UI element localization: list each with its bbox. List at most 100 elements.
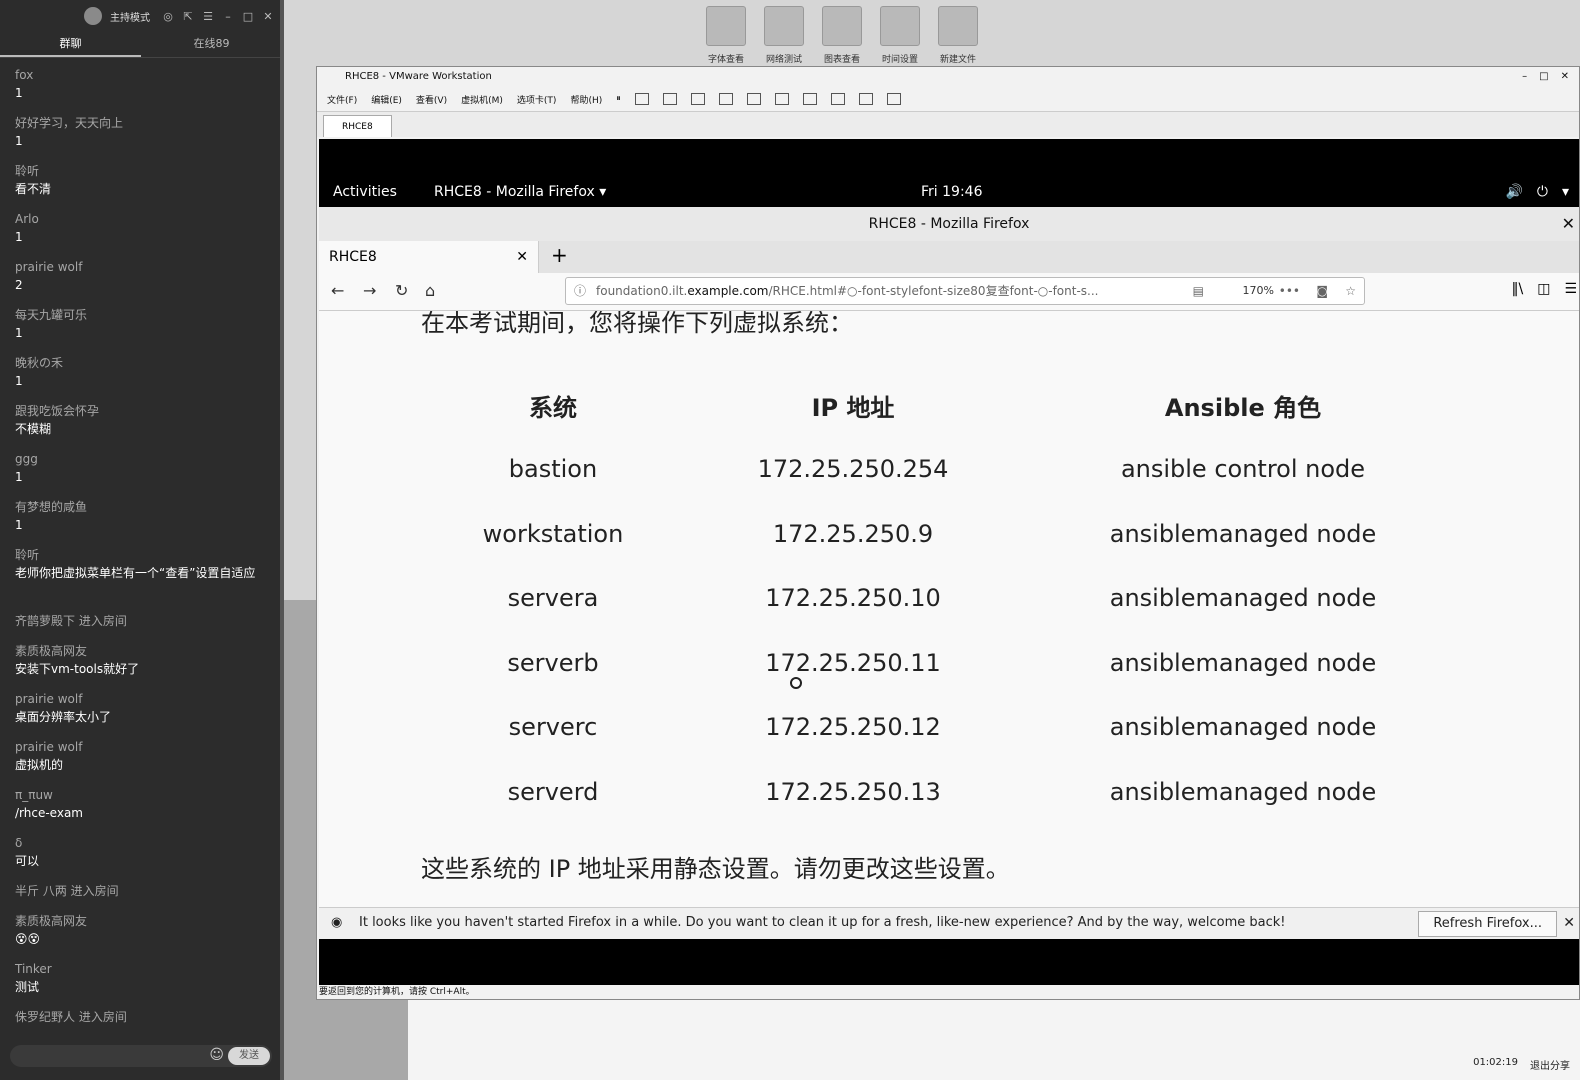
tab-online[interactable]: 在线89 bbox=[141, 32, 282, 57]
new-tab-icon[interactable]: + bbox=[551, 243, 568, 267]
exit-share-button[interactable]: 退出分享 bbox=[1530, 1057, 1570, 1072]
close-icon[interactable]: ✕ bbox=[1562, 207, 1575, 241]
app-menu[interactable]: RHCE8 - Mozilla Firefox ▾ bbox=[434, 184, 606, 200]
chat-username[interactable]: δ bbox=[15, 834, 270, 852]
chat-username[interactable]: 有梦想的咸鱼 bbox=[15, 498, 270, 516]
table-row: servera 172.25.250.10 ansiblemanaged node bbox=[419, 566, 1467, 631]
snapshot-icon[interactable] bbox=[662, 93, 677, 105]
url-bar[interactable]: ⓘ foundation0.ilt.example.com/RHCE.html#… bbox=[565, 277, 1365, 305]
page-actions-icon[interactable]: ••• bbox=[1279, 278, 1300, 304]
menu-view[interactable]: 查看(V) bbox=[416, 93, 447, 106]
chat-input[interactable]: ☺ 发送 bbox=[10, 1045, 272, 1067]
home-icon[interactable]: ⌂ bbox=[425, 281, 435, 300]
close-tab-icon[interactable]: ✕ bbox=[516, 241, 528, 273]
activities-button[interactable]: Activities bbox=[333, 184, 397, 200]
menu-vm[interactable]: 虚拟机(M) bbox=[461, 93, 503, 106]
chat-username[interactable]: 聆听 bbox=[15, 546, 270, 564]
role-cell: ansiblemanaged node bbox=[1109, 648, 1377, 677]
table-body: bastion 172.25.250.254 ansible control nod… bbox=[419, 437, 1467, 824]
volume-icon[interactable]: 🔊 bbox=[1505, 184, 1522, 200]
chat-username[interactable]: π_πuw bbox=[15, 786, 270, 804]
refresh-firefox-button[interactable]: Refresh Firefox... bbox=[1418, 911, 1557, 937]
send-keys-icon[interactable] bbox=[634, 93, 649, 105]
intro-text: 在本考试期间，您将操作下列虚拟系统： bbox=[421, 311, 853, 337]
bookmark-star-icon[interactable]: ☆ bbox=[1345, 278, 1356, 304]
browser-tab[interactable]: RHCE8 ✕ bbox=[319, 241, 539, 273]
chat-username[interactable]: 齐鹊萝殿下 进入房间 bbox=[15, 612, 270, 630]
chat-username[interactable]: 聆听 bbox=[15, 162, 270, 180]
desktop-icon[interactable]: 图表查看 bbox=[818, 6, 866, 65]
maximize-icon[interactable]: □ bbox=[242, 10, 254, 23]
chat-username[interactable]: 素质极高网友 bbox=[15, 642, 270, 660]
pocket-icon[interactable]: ◙ bbox=[1316, 278, 1328, 304]
back-icon[interactable]: ← bbox=[331, 281, 344, 300]
forward-icon[interactable]: → bbox=[363, 281, 376, 300]
send-button[interactable]: 发送 bbox=[228, 1047, 270, 1065]
power-icon[interactable]: ⏻ bbox=[1537, 184, 1548, 200]
popout-icon[interactable]: ⇱ bbox=[182, 10, 194, 23]
menu-tabs[interactable]: 选项卡(T) bbox=[517, 93, 557, 106]
desktop-icon[interactable]: 时间设置 bbox=[876, 6, 924, 65]
tab-rhce8[interactable]: RHCE8 bbox=[323, 115, 392, 137]
menu-help[interactable]: 帮助(H) bbox=[570, 93, 602, 106]
desktop-icon[interactable]: 字体查看 bbox=[702, 6, 750, 65]
system-cell: workstation bbox=[482, 519, 624, 548]
chevron-down-icon[interactable]: ▾ bbox=[1562, 184, 1569, 200]
library-icon[interactable]: ‖\ bbox=[1511, 281, 1523, 297]
table-row: workstation 172.25.250.9 ansiblemanaged no… bbox=[419, 502, 1467, 567]
emoji-icon[interactable]: ☺ bbox=[209, 1047, 224, 1063]
menu-file[interactable]: 文件(F) bbox=[327, 93, 357, 106]
host-avatar[interactable] bbox=[84, 7, 102, 25]
pause-icon[interactable]: ⏸ bbox=[616, 94, 621, 104]
chat-username[interactable]: prairie wolf bbox=[15, 690, 270, 708]
chat-username[interactable]: ggg bbox=[15, 450, 270, 468]
revert-snapshot-icon[interactable] bbox=[690, 93, 705, 105]
chat-username[interactable]: 好好学习，天天向上 bbox=[15, 114, 270, 132]
desktop-icon[interactable]: 新建文件 bbox=[934, 6, 982, 65]
chat-username[interactable]: 晚秋の禾 bbox=[15, 354, 270, 372]
reader-view-icon[interactable]: ▤ bbox=[1193, 278, 1204, 304]
chat-message: 素质极高网友 安装下vm-tools就好了 bbox=[15, 642, 270, 678]
desktop-icon[interactable]: 网络测试 bbox=[760, 6, 808, 65]
minimize-icon[interactable]: – bbox=[1522, 67, 1527, 87]
library-view-icon[interactable] bbox=[746, 93, 761, 105]
menu-edit[interactable]: 编辑(E) bbox=[371, 93, 402, 106]
manage-snapshot-icon[interactable] bbox=[718, 93, 733, 105]
chat-username[interactable]: 半斤 八两 进入房间 bbox=[15, 882, 270, 900]
chat-username[interactable]: 素质极高网友 bbox=[15, 912, 270, 930]
chat-username[interactable]: prairie wolf bbox=[15, 738, 270, 756]
chat-username[interactable]: 侏罗纪野人 进入房间 bbox=[15, 1008, 270, 1026]
clock[interactable]: Fri 19:46 bbox=[921, 184, 982, 200]
unity-icon[interactable] bbox=[830, 93, 845, 105]
chat-username[interactable]: Tinker bbox=[15, 960, 270, 978]
menu-icon[interactable]: ☰ bbox=[202, 10, 214, 23]
console-icon[interactable] bbox=[858, 93, 873, 105]
thumbnail-view-icon[interactable] bbox=[774, 93, 789, 105]
chat-message: 有梦想的咸鱼 1 bbox=[15, 498, 270, 534]
close-icon[interactable]: ✕ bbox=[1561, 67, 1569, 87]
desktop-blank-area: 01:02:19 退出分享 bbox=[408, 1000, 1580, 1080]
fullscreen-icon[interactable] bbox=[802, 93, 817, 105]
zoom-level[interactable]: 170% bbox=[1243, 278, 1274, 304]
chat-text: 可以 bbox=[15, 854, 40, 868]
chat-username[interactable]: 跟我吃饭会怀孕 bbox=[15, 402, 270, 420]
notification-text: It looks like you haven't started Firefo… bbox=[359, 915, 1286, 930]
info-icon[interactable]: ⓘ bbox=[574, 278, 586, 304]
settings-icon[interactable]: ◎ bbox=[162, 10, 174, 23]
chat-username[interactable]: prairie wolf bbox=[15, 258, 270, 276]
maximize-icon[interactable]: □ bbox=[1539, 67, 1548, 87]
systems-table: 系统 IP 地址 Ansible 角色 bastion 172.25.250.25… bbox=[419, 373, 1467, 824]
reload-icon[interactable]: ↻ bbox=[395, 281, 408, 300]
sidebar-icon[interactable]: ◫ bbox=[1537, 281, 1550, 297]
chat-username[interactable]: fox bbox=[15, 66, 270, 84]
tab-group-chat[interactable]: 群聊 bbox=[0, 32, 141, 57]
hamburger-menu-icon[interactable]: ☰ bbox=[1564, 281, 1577, 297]
chat-message: π_πuw/rhce-exam bbox=[15, 786, 270, 822]
chat-username[interactable]: Arlo bbox=[15, 210, 270, 228]
guest-screen[interactable]: Activities RHCE8 - Mozilla Firefox ▾ Fri… bbox=[319, 139, 1579, 985]
minimize-icon[interactable]: – bbox=[222, 10, 234, 23]
chat-username[interactable]: 每天九罐可乐 bbox=[15, 306, 270, 324]
close-icon[interactable]: ✕ bbox=[1563, 908, 1575, 938]
stretch-icon[interactable] bbox=[886, 93, 901, 105]
close-icon[interactable]: ✕ bbox=[262, 10, 274, 23]
